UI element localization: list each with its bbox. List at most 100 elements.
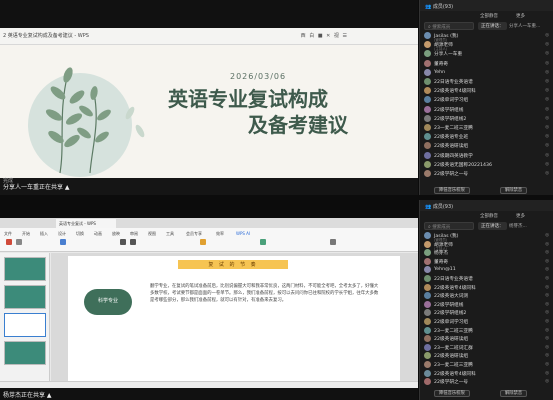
mic-status-icon[interactable]: ◎ <box>545 233 549 238</box>
mic-status-icon[interactable]: ◎ <box>545 276 549 281</box>
ribbon-item-member[interactable]: 会员专享 <box>186 231 202 237</box>
member-row[interactable]: 22级学研组线 ◎ <box>420 105 553 115</box>
lower-permission-button[interactable]: 降低音乐权限 <box>434 390 470 397</box>
member-row[interactable]: 22级英语研读组 ◎ <box>420 142 553 151</box>
font-bold-icon[interactable] <box>120 239 126 245</box>
member-row[interactable]: 22级英语专4级同科 ◎ <box>420 87 553 96</box>
mic-status-icon[interactable]: ◎ <box>545 134 549 139</box>
member-row[interactable]: 22级英语无国称20221436 ◎ <box>420 160 553 170</box>
slide-thumbnail[interactable] <box>4 285 46 309</box>
mute-all-button[interactable]: 全部静音 <box>480 13 498 19</box>
shape-icon[interactable] <box>200 239 206 245</box>
member-row[interactable]: 22级英语专业班 ◎ <box>420 133 553 142</box>
member-row[interactable]: 胡源老师 (主持人) ◎ <box>420 41 553 51</box>
mic-status-icon[interactable]: ◎ <box>545 97 549 102</box>
font-italic-icon[interactable] <box>130 239 136 245</box>
image-icon[interactable] <box>260 239 266 245</box>
ribbon-item-home[interactable]: 开始 <box>22 231 30 237</box>
format-icon[interactable] <box>16 239 22 245</box>
ribbon-item-efficiency[interactable]: 效率 <box>216 231 224 237</box>
arrange-icon[interactable] <box>330 239 336 245</box>
member-row[interactable]: 22级单词学习组 ◎ <box>420 96 553 105</box>
unmute-all-button[interactable]: 解除禁音 <box>500 390 528 397</box>
mic-status-icon[interactable]: ◎ <box>545 302 549 307</box>
mic-status-icon[interactable]: ◎ <box>545 79 549 84</box>
mic-status-icon[interactable]: ◎ <box>545 371 549 376</box>
mic-status-icon[interactable]: ◎ <box>545 125 549 130</box>
mic-status-icon[interactable]: ◎ <box>545 345 549 350</box>
ribbon-item-animation[interactable]: 动画 <box>94 231 102 237</box>
mute-all-button[interactable]: 全部静音 <box>480 213 498 219</box>
mic-status-icon[interactable]: ◎ <box>545 143 549 148</box>
slide-thumbnail[interactable] <box>4 341 46 365</box>
ribbon-item-file[interactable]: 文件 <box>4 231 12 237</box>
member-name: 22级英语研读组 <box>434 144 469 150</box>
mic-status-icon[interactable]: ◎ <box>545 171 549 176</box>
ribbon-item-insert[interactable]: 插入 <box>40 231 48 237</box>
tab-sharer[interactable]: 分享人一车重... <box>506 22 543 30</box>
mic-status-icon[interactable]: ◎ <box>545 285 549 290</box>
member-name: 杨芽杰 <box>434 251 449 257</box>
mic-status-icon[interactable]: ◎ <box>545 310 549 315</box>
member-row[interactable]: 董奇奇 ◎ <box>420 59 553 69</box>
slide-window-controls[interactable]: 西 白 ■ ✕ 视 ☰ <box>301 32 348 39</box>
slide-page[interactable]: 复 试 的 节 奏 科学专业 翻学专业，在复试的笔试准备前后，比别说偏握大可和我… <box>68 256 400 385</box>
member-row[interactable]: Yehn ◎ <box>420 68 553 78</box>
ribbon-item-tools[interactable]: 工具 <box>166 231 174 237</box>
mic-status-icon[interactable]: ◎ <box>545 293 549 298</box>
mic-status-icon[interactable]: ◎ <box>545 267 549 272</box>
member-name: 23一麦二班三亚腾 <box>434 363 473 368</box>
paste-icon[interactable] <box>6 239 12 245</box>
mic-status-icon[interactable]: ◎ <box>545 362 549 367</box>
mic-status-icon[interactable]: ◎ <box>545 353 549 358</box>
mic-status-icon[interactable]: ◎ <box>545 259 549 264</box>
mic-status-icon[interactable]: ◎ <box>545 242 549 247</box>
mic-status-icon[interactable]: ◎ <box>545 336 549 341</box>
member-search-input[interactable]: ⌕ 搜索成员 <box>424 222 474 230</box>
ribbon-item-slideshow[interactable]: 放映 <box>112 231 120 237</box>
more-button[interactable]: 更多 <box>516 13 525 19</box>
mic-status-icon[interactable]: ◎ <box>545 250 549 255</box>
member-row[interactable]: Jasilas (我) (管理员) ◎ <box>420 32 553 42</box>
tab-sharer[interactable]: 杨芽杰... <box>506 222 530 230</box>
ribbon-item-transition[interactable]: 切换 <box>76 231 84 237</box>
more-button[interactable]: 更多 <box>516 213 525 219</box>
mic-status-icon[interactable]: ◎ <box>545 107 549 112</box>
member-row[interactable]: 22级学研之一号 ◎ <box>420 378 553 387</box>
mic-status-icon[interactable]: ◎ <box>545 319 549 324</box>
new-slide-icon[interactable] <box>60 239 66 245</box>
lower-permission-button[interactable]: 降低音乐权限 <box>434 187 470 194</box>
tab-speaking[interactable]: 正在讲话： <box>478 222 507 230</box>
slide-thumbnail[interactable] <box>4 257 46 281</box>
mic-status-icon[interactable]: ◎ <box>545 88 549 93</box>
member-row[interactable]: 22日语专业英语谱 ◎ <box>420 78 553 87</box>
member-row[interactable]: 分享人一车重 ◎ <box>420 50 553 59</box>
member-row[interactable]: 22级期四英语教学 ◎ <box>420 151 553 161</box>
ribbon-item-wps-ai[interactable]: WPS AI <box>236 231 250 236</box>
mic-status-icon[interactable]: ◎ <box>545 42 549 47</box>
mic-status-icon[interactable]: ◎ <box>545 61 549 66</box>
ribbon-item-view[interactable]: 视图 <box>148 231 156 237</box>
members-panel-footer: 降低音乐权限 解除禁音 <box>420 186 553 196</box>
mic-status-icon[interactable]: ◎ <box>545 153 549 158</box>
mic-status-icon[interactable]: ◎ <box>545 70 549 75</box>
mic-status-icon[interactable]: ◎ <box>545 33 549 38</box>
mic-status-icon[interactable]: ◎ <box>545 51 549 56</box>
avatar <box>424 257 431 265</box>
share-status-label[interactable]: 杨芽杰正在共享 ▲ <box>3 390 52 399</box>
mic-status-icon[interactable]: ◎ <box>545 379 549 384</box>
editor-tab-active[interactable]: 英语专业复试 - WPS <box>56 219 116 228</box>
mic-status-icon[interactable]: ◎ <box>545 116 549 121</box>
slide-thumbnail-selected[interactable] <box>4 313 46 337</box>
ribbon-item-review[interactable]: 审阅 <box>130 231 138 237</box>
ribbon-item-design[interactable]: 设计 <box>58 231 66 237</box>
member-row[interactable]: 22级学研组线2 ◎ <box>420 114 553 124</box>
mic-status-icon[interactable]: ◎ <box>545 162 549 167</box>
member-row[interactable]: 23一麦二班三亚腾 ◎ <box>420 124 553 133</box>
tab-speaking[interactable]: 正在讲话： <box>478 22 507 30</box>
member-search-input[interactable]: ⌕ 搜索成员 <box>424 22 474 30</box>
members-panel-header: 👥 成员(93) <box>420 200 553 211</box>
unmute-all-button[interactable]: 解除禁音 <box>500 187 528 194</box>
member-row[interactable]: 22级学研之一号 ◎ <box>420 170 553 179</box>
mic-status-icon[interactable]: ◎ <box>545 328 549 333</box>
